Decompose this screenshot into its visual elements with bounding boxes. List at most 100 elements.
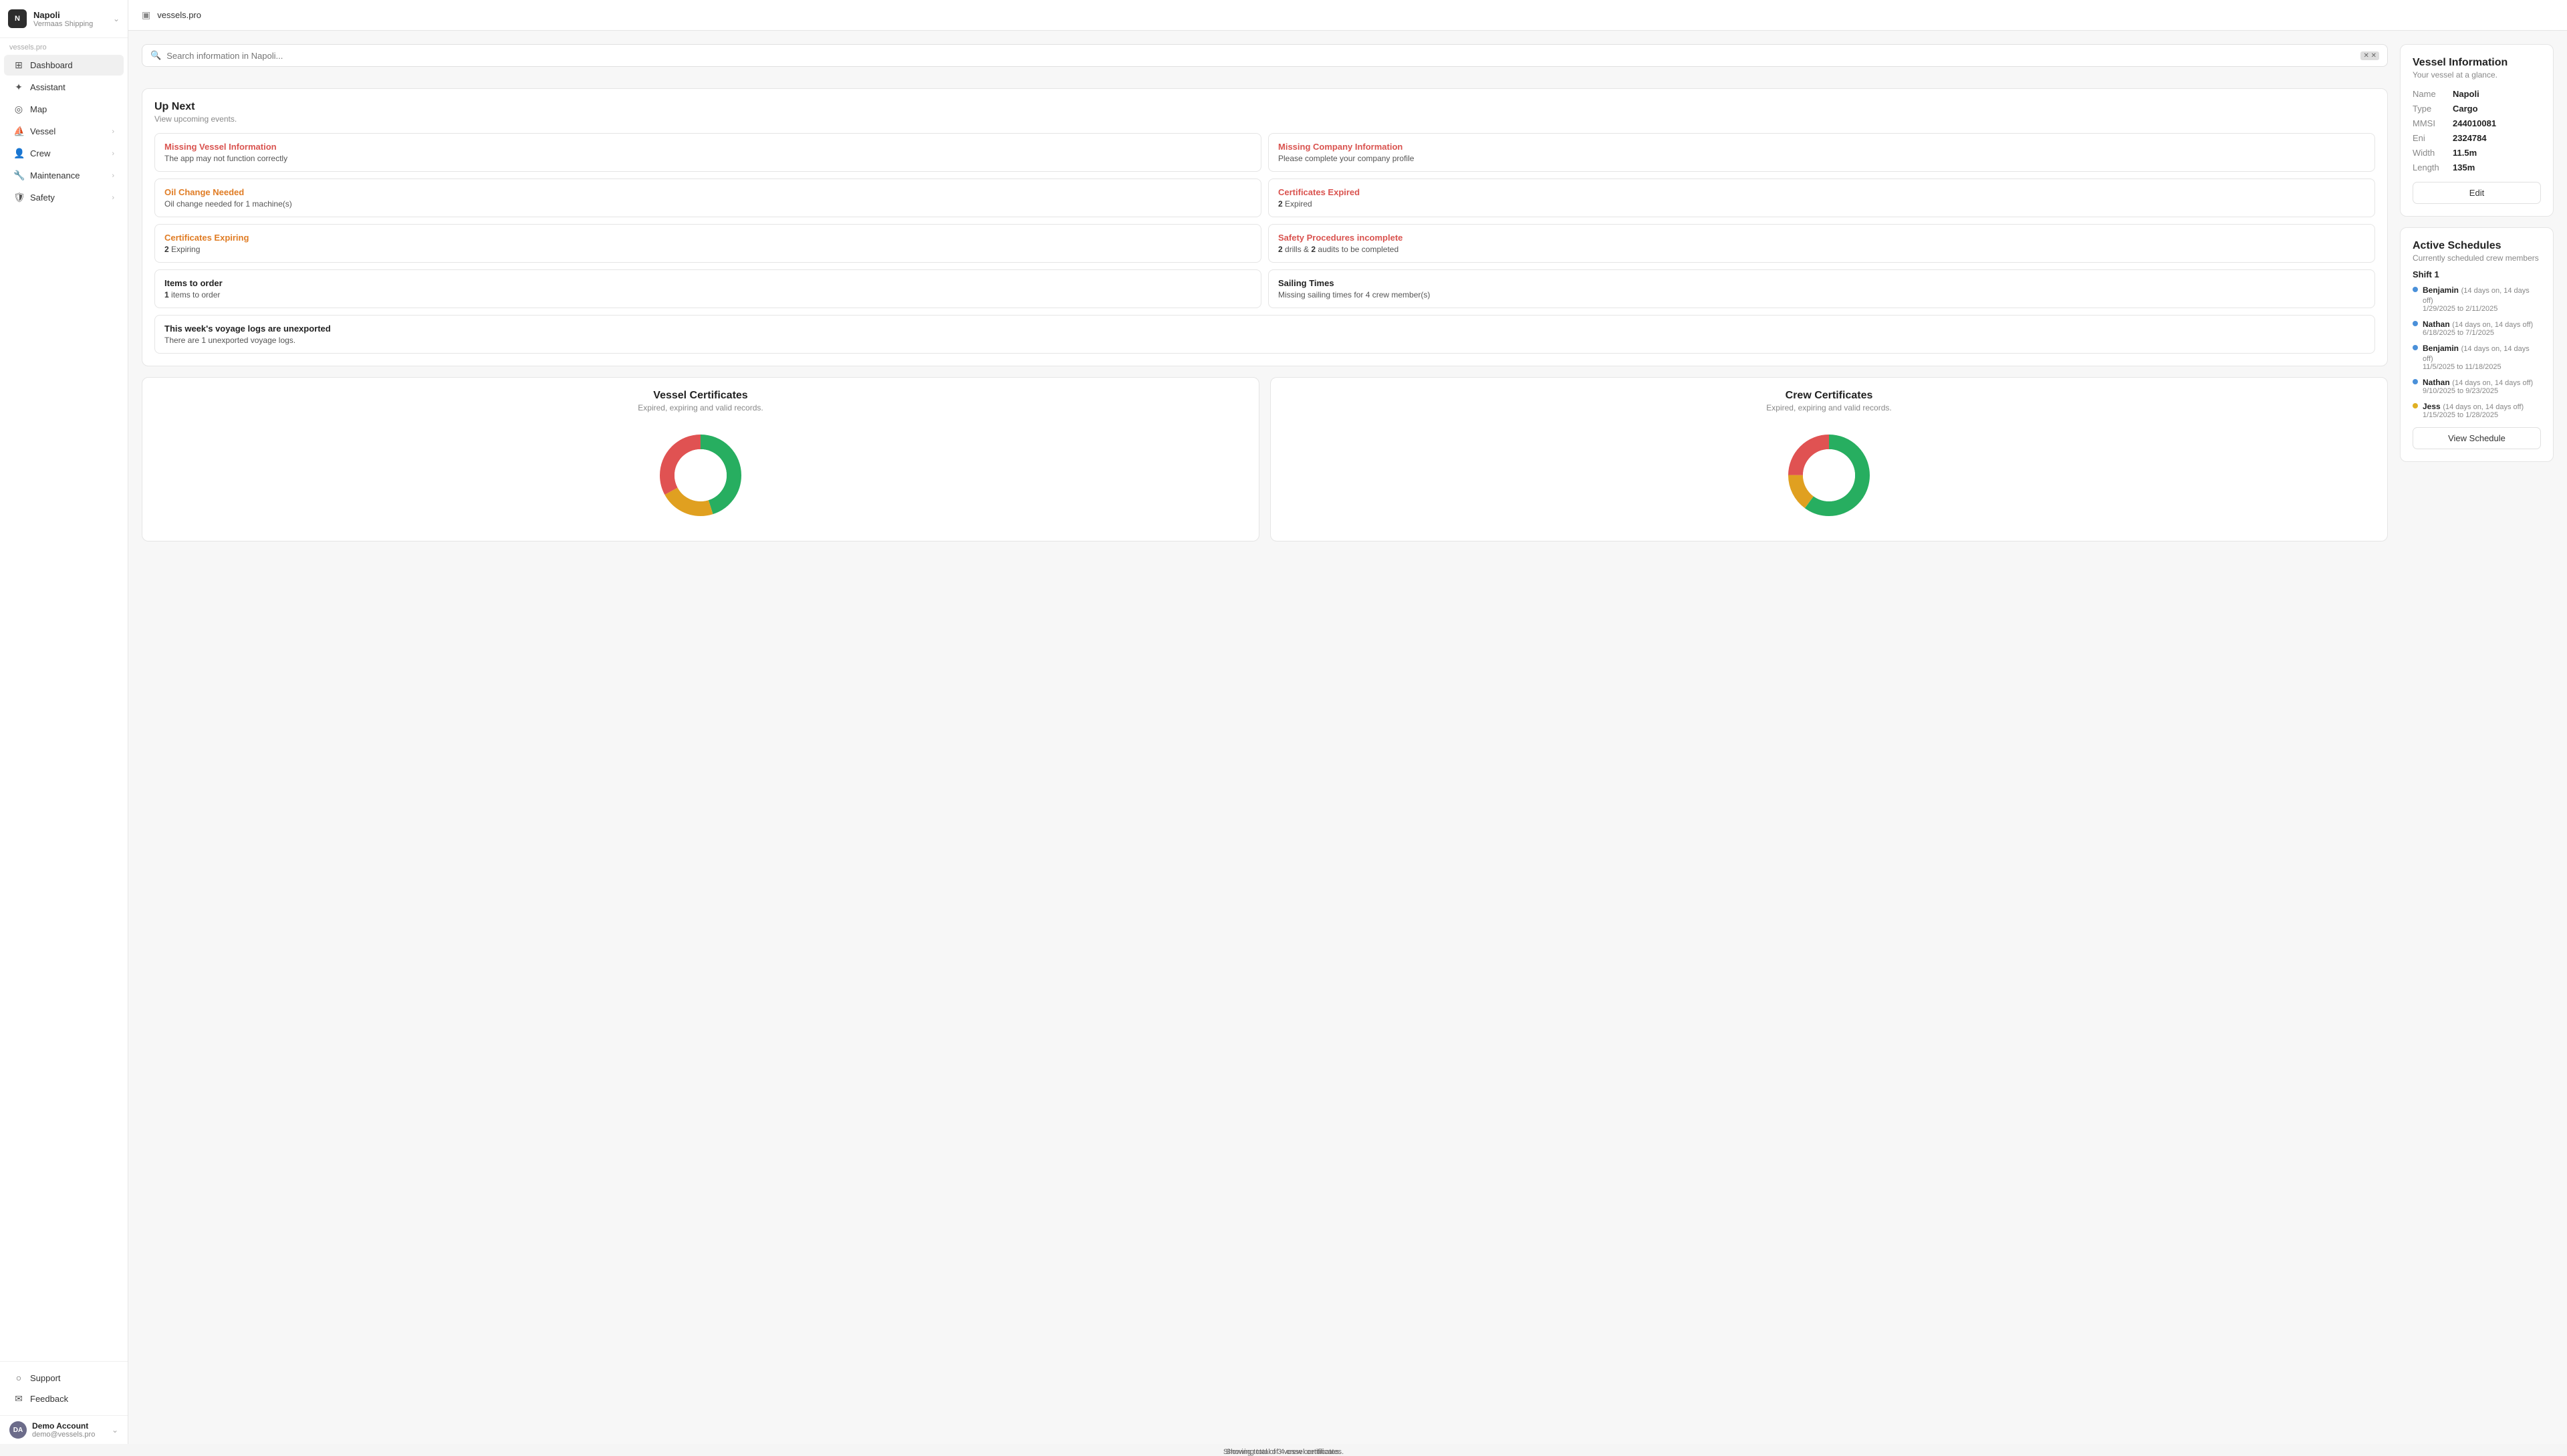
- maintenance-arrow-icon: ›: [112, 172, 114, 180]
- schedules-title: Active Schedules: [2413, 240, 2541, 252]
- info-row-length: Length 135m: [2413, 162, 2541, 172]
- sidebar-item-crew[interactable]: 👤 Crew ›: [4, 143, 124, 164]
- alert-desc-safety-procedures: 2 drills & 2 audits to be completed: [1278, 245, 2365, 254]
- info-label-type: Type: [2413, 104, 2449, 114]
- info-value-length: 135m: [2453, 162, 2475, 172]
- sidebar-item-assistant[interactable]: ✦ Assistant: [4, 77, 124, 98]
- alert-title-missing-vessel: Missing Vessel Information: [164, 142, 1251, 152]
- info-label-width: Width: [2413, 148, 2449, 158]
- sidebar-section-label: vessels.pro: [0, 38, 128, 54]
- info-label-length: Length: [2413, 162, 2449, 172]
- alert-title-oil-change: Oil Change Needed: [164, 187, 1251, 197]
- sidebar-item-label-safety: Safety: [30, 193, 106, 203]
- alert-desc-missing-vessel: The app may not function correctly: [164, 154, 1251, 163]
- sidebar-item-maintenance[interactable]: 🔧 Maintenance ›: [4, 165, 124, 186]
- vessel-cert-donut: [654, 429, 747, 522]
- sidebar-item-vessel[interactable]: ⛵ Vessel ›: [4, 121, 124, 142]
- alert-title-voyage-logs: This week's voyage logs are unexported: [164, 324, 2365, 334]
- sidebar-item-label-crew: Crew: [30, 148, 106, 158]
- crew-name-4: Jess: [2423, 402, 2441, 411]
- edit-vessel-button[interactable]: Edit: [2413, 182, 2541, 204]
- alert-desc-certs-expiring: 2 Expiring: [164, 245, 1251, 254]
- search-input-wrap[interactable]: 🔍 ✕ ✕: [142, 44, 2388, 67]
- alert-title-safety-procedures: Safety Procedures incomplete: [1278, 233, 2365, 243]
- maintenance-icon: 🔧: [13, 170, 24, 181]
- crew-name-2: Benjamin: [2423, 344, 2459, 353]
- crew-cert-title: Crew Certificates: [1786, 390, 1873, 402]
- alert-desc-items-order: 1 items to order: [164, 290, 1251, 299]
- search-bar: 🔍 ✕ ✕: [142, 44, 2388, 67]
- alert-sailing-times[interactable]: Sailing Times Missing sailing times for …: [1268, 269, 2375, 308]
- sidebar-item-feedback[interactable]: ✉ Feedback: [4, 1388, 124, 1409]
- info-label-mmsi: MMSI: [2413, 118, 2449, 128]
- alert-title-missing-company: Missing Company Information: [1278, 142, 2365, 152]
- alert-items-order[interactable]: Items to order 1 items to order: [154, 269, 1261, 308]
- sidebar-item-safety[interactable]: 🛡 Safety ›: [4, 187, 124, 208]
- info-value-type: Cargo: [2453, 104, 2478, 114]
- crew-item-2: Benjamin (14 days on, 14 days off) 11/5/…: [2413, 343, 2541, 371]
- sidebar-vessel-name: Napoli: [33, 10, 106, 20]
- user-name: Demo Account: [32, 1421, 106, 1431]
- safety-icon: 🛡: [13, 192, 24, 203]
- info-row-mmsi: MMSI 244010081: [2413, 118, 2541, 128]
- search-clear-button[interactable]: ✕ ✕: [2360, 51, 2379, 60]
- main-content: ▣ vessels.pro 🔍 ✕ ✕ Up Next View upcomin…: [128, 0, 2567, 1444]
- dashboard-icon: ⊞: [13, 59, 24, 71]
- alert-missing-company[interactable]: Missing Company Information Please compl…: [1268, 133, 2375, 172]
- alert-voyage-logs[interactable]: This week's voyage logs are unexported T…: [154, 315, 2375, 354]
- crew-details-4: Jess (14 days on, 14 days off) 1/15/2025…: [2423, 401, 2524, 419]
- crew-name-1: Nathan: [2423, 320, 2450, 329]
- crew-item-4: Jess (14 days on, 14 days off) 1/15/2025…: [2413, 401, 2541, 419]
- sidebar-company-name: Vermaas Shipping: [33, 20, 106, 28]
- crew-dates-1: 6/18/2025 to 7/1/2025: [2423, 329, 2533, 337]
- vessel-avatar: N: [8, 9, 27, 28]
- feedback-icon: ✉: [13, 1393, 24, 1405]
- sidebar-item-dashboard[interactable]: ⊞ Dashboard: [4, 55, 124, 76]
- up-next-card: Up Next View upcoming events. Missing Ve…: [142, 88, 2388, 366]
- safety-arrow-icon: ›: [112, 194, 114, 202]
- sidebar-item-support[interactable]: ○ Support: [4, 1368, 124, 1388]
- alert-desc-certs-expired: 2 Expired: [1278, 199, 2365, 209]
- alert-missing-vessel[interactable]: Missing Vessel Information The app may n…: [154, 133, 1261, 172]
- vessel-donut-chart: [654, 429, 747, 522]
- sidebar-item-label-assistant: Assistant: [30, 82, 114, 92]
- crew-dot-2: [2413, 345, 2418, 350]
- alert-certs-expired[interactable]: Certificates Expired 2 Expired: [1268, 178, 2375, 217]
- sidebar: N Napoli Vermaas Shipping ⌄ vessels.pro …: [0, 0, 128, 1444]
- crew-details-2: Benjamin (14 days on, 14 days off) 11/5/…: [2423, 343, 2541, 371]
- user-avatar: DA: [9, 1421, 27, 1439]
- support-icon: ○: [13, 1372, 24, 1383]
- sidebar-item-label-support: Support: [30, 1373, 114, 1383]
- info-value-mmsi: 244010081: [2453, 118, 2496, 128]
- shift-label: Shift 1: [2413, 269, 2541, 279]
- crew-dot-3: [2413, 379, 2418, 384]
- crew-icon: 👤: [13, 148, 24, 159]
- sidebar-footer[interactable]: DA Demo Account demo@vessels.pro ⌄: [0, 1415, 128, 1444]
- crew-donut-chart: [1782, 429, 1876, 522]
- alert-safety-procedures[interactable]: Safety Procedures incomplete 2 drills & …: [1268, 224, 2375, 263]
- schedules-subtitle: Currently scheduled crew members: [2413, 253, 2541, 263]
- alert-oil-change[interactable]: Oil Change Needed Oil change needed for …: [154, 178, 1261, 217]
- sidebar-item-map[interactable]: ◎ Map: [4, 99, 124, 120]
- crew-dates-2: 11/5/2025 to 11/18/2025: [2423, 363, 2541, 371]
- crew-dates-3: 9/10/2025 to 9/23/2025: [2423, 387, 2533, 395]
- active-schedules-card: Active Schedules Currently scheduled cre…: [2400, 227, 2554, 462]
- alert-title-certs-expiring: Certificates Expiring: [164, 233, 1251, 243]
- search-input[interactable]: [166, 51, 2355, 61]
- vessel-certificates-card: Vessel Certificates Expired, expiring an…: [142, 377, 1259, 541]
- alert-desc-voyage-logs: There are 1 unexported voyage logs.: [164, 336, 2365, 345]
- info-row-eni: Eni 2324784: [2413, 133, 2541, 143]
- topbar-title: vessels.pro: [157, 10, 201, 20]
- crew-details-1: Nathan (14 days on, 14 days off) 6/18/20…: [2423, 319, 2533, 337]
- crew-name-0: Benjamin: [2423, 285, 2459, 295]
- sidebar-item-label-feedback: Feedback: [30, 1394, 114, 1404]
- sidebar-item-label-map: Map: [30, 104, 114, 114]
- crew-dot-4: [2413, 403, 2418, 408]
- view-schedule-button[interactable]: View Schedule: [2413, 427, 2541, 449]
- up-next-title: Up Next: [154, 101, 2375, 113]
- crew-item-0: Benjamin (14 days on, 14 days off) 1/29/…: [2413, 285, 2541, 313]
- alert-certs-expiring[interactable]: Certificates Expiring 2 Expiring: [154, 224, 1261, 263]
- crew-dates-4: 1/15/2025 to 1/28/2025: [2423, 411, 2524, 419]
- sidebar-header[interactable]: N Napoli Vermaas Shipping ⌄: [0, 0, 128, 38]
- vessel-cert-subtitle: Expired, expiring and valid records.: [638, 403, 763, 412]
